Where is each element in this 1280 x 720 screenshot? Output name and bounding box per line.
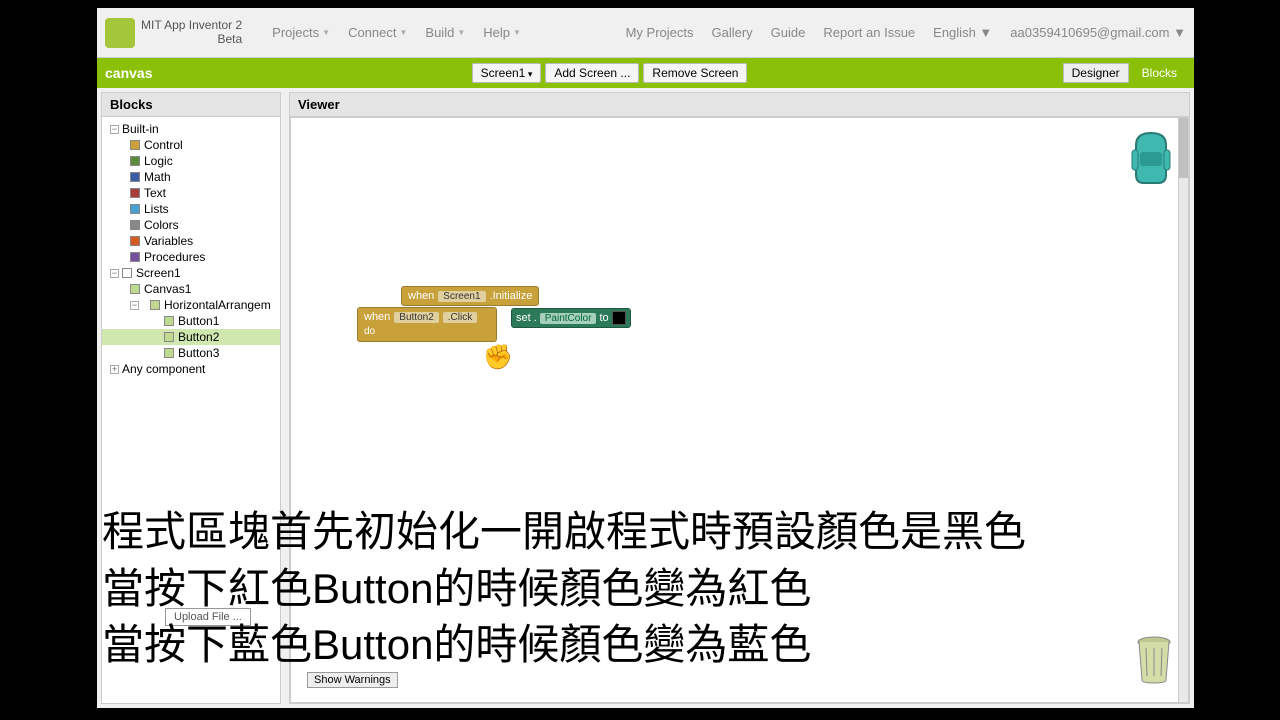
category-icon (130, 156, 140, 166)
dropdown-click[interactable]: .Click (443, 312, 477, 323)
menu-build[interactable]: Build▼ (425, 25, 465, 40)
menu-connect[interactable]: Connect▼ (348, 25, 407, 40)
tree-builtin[interactable]: −Built-in (102, 121, 280, 137)
tab-blocks[interactable]: Blocks (1133, 63, 1186, 83)
link-guide[interactable]: Guide (771, 25, 806, 40)
screen-selector[interactable]: Screen1 (472, 63, 542, 83)
tree-any-component[interactable]: +Any component (102, 361, 280, 377)
remove-screen-button[interactable]: Remove Screen (643, 63, 747, 83)
category-icon (130, 140, 140, 150)
language-selector[interactable]: English ▼ (933, 25, 992, 40)
tree-math[interactable]: Math (102, 169, 280, 185)
main-area: Blocks −Built-in Control Logic Math Text… (97, 88, 1194, 708)
backpack-icon[interactable] (1126, 130, 1176, 185)
show-warnings-button[interactable]: Show Warnings (307, 672, 398, 688)
caret-down-icon: ▼ (979, 25, 992, 40)
block-when-button-click[interactable]: when Button2 .Click do (357, 307, 497, 342)
scrollbar-thumb[interactable] (1179, 118, 1188, 178)
tree-colors[interactable]: Colors (102, 217, 280, 233)
grab-cursor-icon: ✊ (483, 343, 513, 372)
category-icon (130, 188, 140, 198)
color-black-chip[interactable] (612, 311, 626, 325)
category-icon (130, 236, 140, 246)
category-icon (130, 172, 140, 182)
add-screen-button[interactable]: Add Screen ... (545, 63, 639, 83)
collapse-icon[interactable]: − (130, 301, 139, 310)
vertical-scrollbar[interactable] (1178, 118, 1188, 702)
collapse-icon[interactable]: − (110, 269, 119, 278)
tree-screen1[interactable]: −Screen1 (102, 265, 280, 281)
caret-down-icon: ▼ (399, 28, 407, 37)
category-icon (130, 204, 140, 214)
sidebar-title: Blocks (102, 93, 280, 117)
tree-logic[interactable]: Logic (102, 153, 280, 169)
caret-down-icon: ▼ (513, 28, 521, 37)
brand-label: MIT App Inventor 2 Beta (141, 19, 242, 45)
component-icon (164, 348, 174, 358)
link-report-issue[interactable]: Report an Issue (823, 25, 915, 40)
dropdown-button2[interactable]: Button2 (394, 312, 438, 323)
upload-file-button[interactable]: Upload File ... (165, 608, 251, 626)
caret-down-icon: ▼ (322, 28, 330, 37)
tree-variables[interactable]: Variables (102, 233, 280, 249)
project-bar: canvas Screen1 Add Screen ... Remove Scr… (97, 58, 1194, 88)
tree-procedures[interactable]: Procedures (102, 249, 280, 265)
collapse-icon[interactable]: − (110, 125, 119, 134)
block-when-screen-initialize[interactable]: when Screen1 .Initialize (401, 286, 539, 306)
caret-down-icon: ▼ (457, 28, 465, 37)
tree-canvas1[interactable]: Canvas1 (102, 281, 280, 297)
category-icon (130, 252, 140, 262)
app-window: MIT App Inventor 2 Beta Projects▼ Connec… (97, 8, 1194, 708)
menu-projects[interactable]: Projects▼ (272, 25, 330, 40)
top-right-links: My Projects Gallery Guide Report an Issu… (626, 25, 1186, 40)
blocks-tree: −Built-in Control Logic Math Text Lists … (102, 117, 280, 381)
do-label: do (364, 326, 375, 337)
top-menubar: MIT App Inventor 2 Beta Projects▼ Connec… (97, 8, 1194, 58)
component-icon (164, 332, 174, 342)
tree-lists[interactable]: Lists (102, 201, 280, 217)
blocks-canvas[interactable]: when Screen1 .Initialize when Button2 .C… (290, 117, 1189, 703)
android-logo-icon (105, 18, 135, 48)
trash-icon[interactable] (1132, 634, 1176, 684)
tree-text[interactable]: Text (102, 185, 280, 201)
component-icon (130, 284, 140, 294)
expand-icon[interactable]: + (110, 365, 119, 374)
link-gallery[interactable]: Gallery (711, 25, 752, 40)
block-set-paintcolor[interactable]: set . PaintColor to (511, 308, 631, 328)
project-name: canvas (105, 65, 152, 81)
tree-button2[interactable]: Button2 (102, 329, 280, 345)
tree-control[interactable]: Control (102, 137, 280, 153)
viewer-title: Viewer (290, 93, 1189, 117)
caret-down-icon: ▼ (1173, 25, 1186, 40)
link-my-projects[interactable]: My Projects (626, 25, 694, 40)
dropdown-screen[interactable]: Screen1 (438, 291, 485, 302)
account-email[interactable]: aa0359410695@gmail.com ▼ (1010, 25, 1186, 40)
brand-line2: Beta (141, 33, 242, 46)
brand-line1: MIT App Inventor 2 (141, 19, 242, 32)
component-icon (164, 316, 174, 326)
component-icon (150, 300, 160, 310)
component-icon (122, 268, 132, 278)
tree-horizontal-arrangement[interactable]: −HorizontalArrangem (102, 297, 280, 313)
tree-button1[interactable]: Button1 (102, 313, 280, 329)
menu-help[interactable]: Help▼ (483, 25, 521, 40)
tab-designer[interactable]: Designer (1063, 63, 1129, 83)
category-icon (130, 220, 140, 230)
main-menu: Projects▼ Connect▼ Build▼ Help▼ (272, 25, 521, 40)
viewer-panel: Viewer when Screen1 .Initialize when (289, 92, 1190, 704)
tree-button3[interactable]: Button3 (102, 345, 280, 361)
dropdown-paintcolor[interactable]: PaintColor (540, 313, 597, 324)
